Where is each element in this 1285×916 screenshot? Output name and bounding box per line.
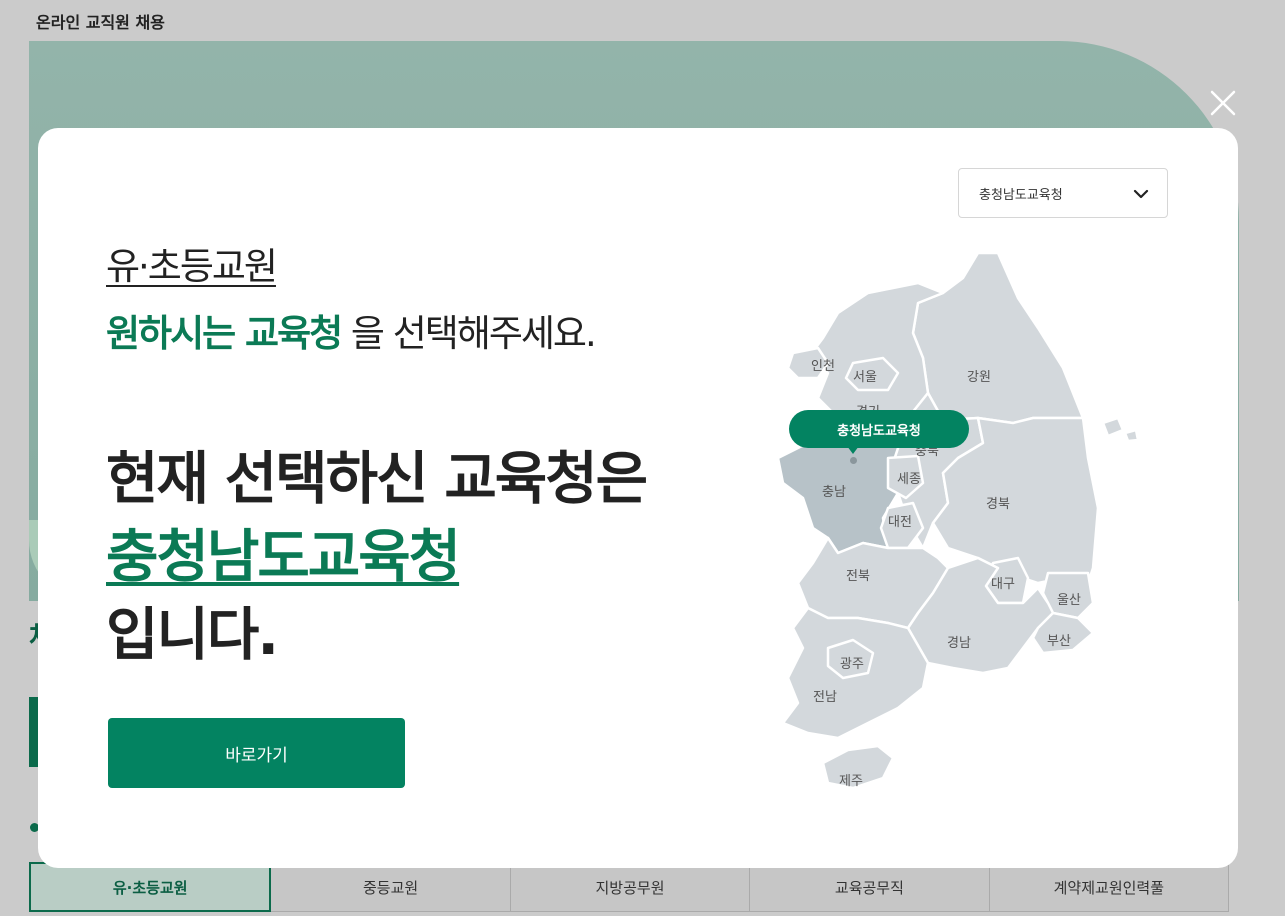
region-dokdo[interactable] [1123,428,1140,443]
tab-elementary[interactable]: 유·초등교원 [29,862,272,912]
close-button[interactable] [1206,86,1240,120]
office-select-dropdown[interactable]: 충청남도교육청 [958,168,1168,218]
map-label-daejeon: 대전 [888,515,912,530]
category-tabs: 유·초등교원 중등교원 지방공무원 교육공무직 계약제교원인력풀 [29,862,1230,912]
office-select-modal: 유·초등교원 원하시는 교육청 을 선택해주세요. 현재 선택하신 교육청은 충… [38,128,1238,868]
office-select-value: 충청남도교육청 [979,187,1063,203]
map-label-sejong: 세종 [897,472,921,487]
korea-map: 인천 서울 경기 강원 충북 충남 세종 대전 경북 전북 대구 울산 경남 부… [776,251,1140,790]
map-label-seoul: 서울 [853,370,877,385]
map-label-gyeongnam: 경남 [947,636,971,651]
tab-education-staff[interactable]: 교육공무직 [750,862,990,912]
map-label-gyeongbuk: 경북 [986,497,1010,512]
close-icon [1210,90,1236,116]
tab-secondary[interactable]: 중등교원 [271,862,511,912]
select-prompt: 원하시는 교육청 을 선택해주세요. [106,303,597,357]
map-label-jeonbuk: 전북 [846,569,870,584]
current-line-3: 입니다. [106,602,279,668]
map-label-gangwon: 강원 [967,370,991,385]
tab-local-official[interactable]: 지방공무원 [510,862,751,912]
prompt-rest: 을 선택해주세요. [341,312,597,355]
go-button[interactable]: 바로가기 [108,718,405,788]
tooltip-pointer [847,446,859,454]
map-label-jeonnam: 전남 [813,690,837,705]
prompt-highlight: 원하시는 교육청 [106,312,343,355]
map-label-busan: 부산 [1047,634,1071,649]
category-heading: 유·초등교원 [106,245,278,288]
map-label-incheon: 인천 [811,359,835,374]
chevron-down-icon [1133,189,1149,199]
map-label-jeju: 제주 [839,774,863,789]
selected-office-tooltip: 충청남도교육청 [789,410,969,448]
current-line-1: 현재 선택하신 교육청은 [106,446,648,512]
current-selection-text: 현재 선택하신 교육청은 충청남도교육청 입니다. [106,440,648,674]
map-pin-icon [850,457,857,464]
tab-contract-pool[interactable]: 계약제교원인력풀 [989,862,1230,912]
current-office-name[interactable]: 충청남도교육청 [106,524,461,590]
map-label-gwangju: 광주 [840,657,864,672]
map-label-chungnam: 충남 [822,485,846,500]
region-ulleungdo[interactable] [1101,416,1125,438]
map-label-daegu: 대구 [991,577,1015,592]
region-gangwon[interactable] [911,251,1085,425]
map-label-ulsan: 울산 [1057,593,1081,608]
app-title: 온라인 교직원 채용 [36,13,165,32]
